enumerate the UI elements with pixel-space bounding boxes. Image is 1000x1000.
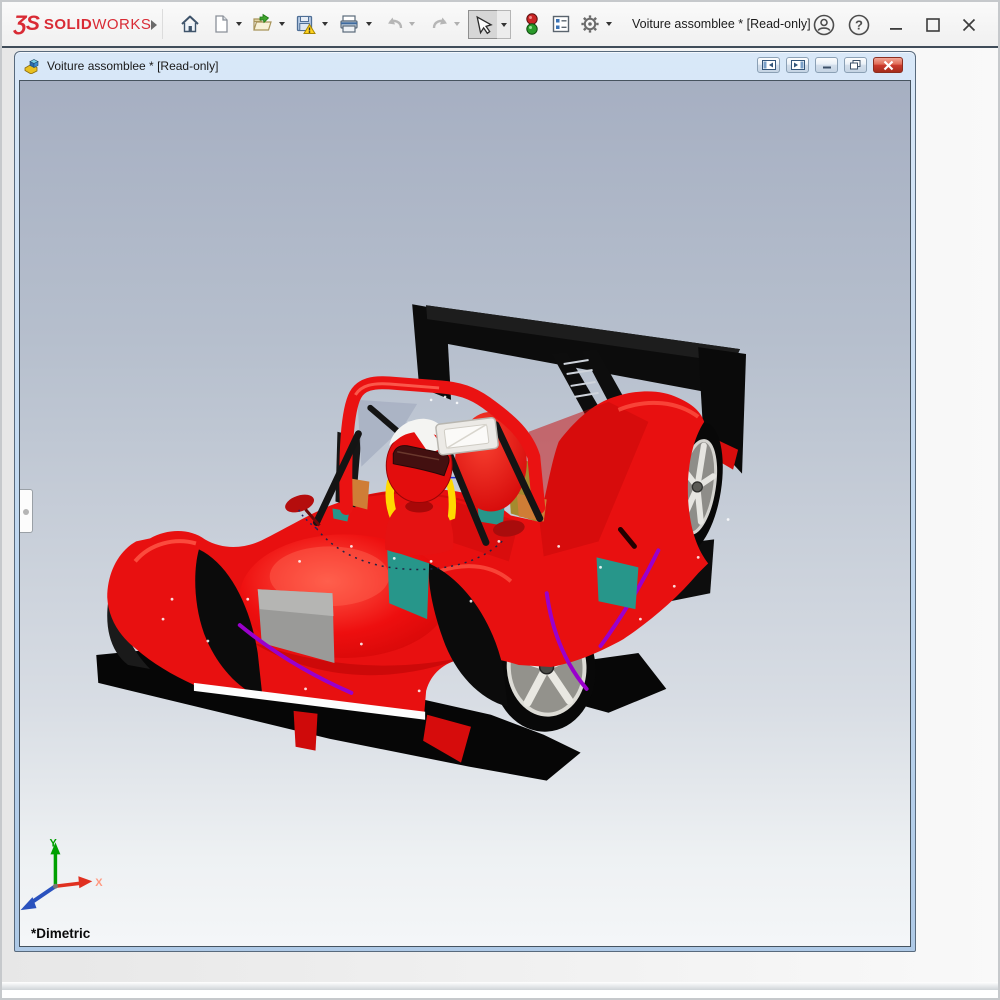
- logo-expand-chevron-icon[interactable]: [150, 19, 158, 31]
- save-button[interactable]: [291, 10, 319, 38]
- document-minimize-button[interactable]: [815, 57, 838, 73]
- gear-icon: [579, 13, 601, 35]
- redo-icon: [429, 13, 451, 35]
- open-button[interactable]: [248, 10, 276, 38]
- doc-minimize-icon: [822, 61, 832, 70]
- brand-word-light: WORKS: [92, 16, 151, 33]
- close-button[interactable]: [957, 13, 981, 37]
- options-button[interactable]: [576, 10, 604, 38]
- brand-mark: ƷS: [14, 12, 39, 36]
- open-folder-icon: [251, 13, 274, 35]
- interference-check-button[interactable]: [518, 10, 546, 38]
- new-document-icon: [210, 13, 232, 35]
- redo-button[interactable]: [426, 10, 454, 38]
- select-tool-dropdown[interactable]: [497, 10, 511, 39]
- document-window: Voiture assomblee * [Read-only]: [14, 51, 916, 952]
- mdi-workspace: Voiture assomblee * [Read-only]: [2, 48, 998, 990]
- open-dropdown[interactable]: [279, 22, 285, 26]
- minimize-button[interactable]: [884, 13, 908, 37]
- undo-dropdown[interactable]: [409, 22, 415, 26]
- dropdown-arrow-icon: [501, 23, 507, 27]
- window-bottom-edge: [2, 982, 998, 990]
- home-icon: [179, 13, 201, 35]
- options-dropdown[interactable]: [606, 22, 612, 26]
- undo-icon: [384, 13, 406, 35]
- triad-x-label: X: [95, 877, 103, 889]
- doc-close-icon: [883, 60, 894, 71]
- doc-restore-icon: [850, 60, 861, 70]
- print-button[interactable]: [335, 10, 363, 38]
- new-document-dropdown[interactable]: [236, 22, 242, 26]
- show-left-pane-button[interactable]: [757, 57, 780, 73]
- orientation-triad: Y X: [21, 837, 104, 910]
- select-tool-button[interactable]: [468, 10, 498, 39]
- intake-box[interactable]: [435, 417, 498, 455]
- active-document-title: Voiture assomblee * [Read-only]: [632, 2, 811, 46]
- pane-left-icon: [762, 60, 776, 70]
- maximize-button[interactable]: [921, 13, 945, 37]
- svg-text:?: ?: [855, 18, 863, 33]
- traffic-light-icon: [521, 12, 543, 36]
- save-icon: [294, 13, 317, 36]
- redo-dropdown[interactable]: [454, 22, 460, 26]
- document-restore-button[interactable]: [844, 57, 867, 73]
- car-model-3d[interactable]: Y X: [20, 81, 910, 946]
- select-arrow-icon: [472, 14, 494, 36]
- new-document-button[interactable]: [207, 10, 235, 38]
- document-close-button[interactable]: [873, 57, 903, 73]
- save-dropdown[interactable]: [322, 22, 328, 26]
- featuremanager-collapsed-tab[interactable]: [20, 489, 33, 533]
- triad-y-label: Y: [49, 837, 57, 849]
- help-icon: ?: [847, 13, 871, 37]
- account-icon: [812, 13, 836, 37]
- document-window-title: Voiture assomblee * [Read-only]: [47, 59, 218, 73]
- show-right-pane-button[interactable]: [786, 57, 809, 73]
- close-icon: [961, 17, 977, 33]
- home-button[interactable]: [176, 10, 204, 38]
- document-titlebar[interactable]: Voiture assomblee * [Read-only]: [15, 52, 915, 79]
- account-button[interactable]: [812, 13, 836, 37]
- minimize-icon: [888, 17, 904, 33]
- brand-word-bold: SOLID: [44, 16, 92, 33]
- properties-icon: [550, 13, 572, 35]
- document-window-controls: [757, 57, 903, 73]
- properties-button[interactable]: [547, 10, 575, 38]
- print-dropdown[interactable]: [366, 22, 372, 26]
- toolbar-separator: [162, 9, 163, 39]
- solidworks-window: ƷS SOLIDWORKS: [0, 0, 1000, 1000]
- pane-right-icon: [791, 60, 805, 70]
- view-orientation-label: *Dimetric: [31, 926, 90, 941]
- maximize-icon: [925, 17, 941, 33]
- help-button[interactable]: ?: [847, 13, 871, 37]
- tab-grip-dot: [23, 509, 29, 515]
- print-icon: [338, 13, 360, 35]
- main-toolbar: ƷS SOLIDWORKS: [2, 2, 998, 48]
- solidworks-logo: ƷS SOLIDWORKS: [14, 2, 151, 46]
- graphics-area[interactable]: Y X *Dimetric: [19, 80, 911, 947]
- assembly-document-icon: [23, 58, 41, 74]
- undo-button[interactable]: [381, 10, 409, 38]
